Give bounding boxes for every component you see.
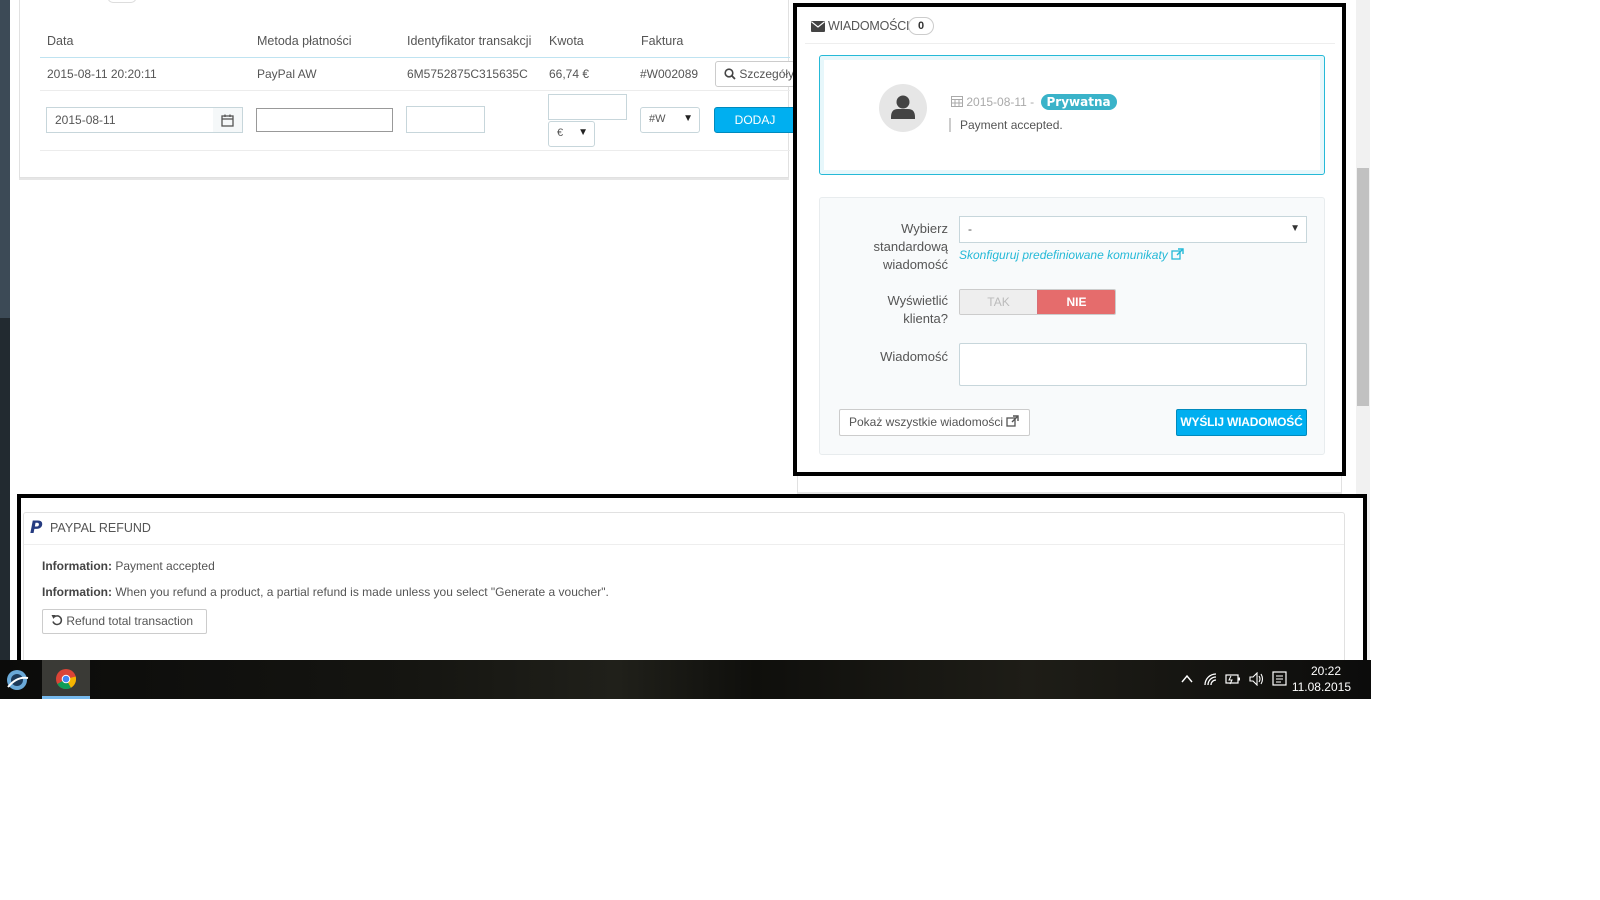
external-link-icon: [1171, 248, 1184, 260]
transaction-id-input[interactable]: [406, 106, 485, 133]
message-date: 2015-08-11 -: [966, 95, 1035, 109]
caret-down-icon: ▼: [1290, 223, 1300, 234]
scrollbar-thumb[interactable]: [1357, 168, 1369, 406]
row-divider: [40, 90, 790, 91]
system-tray: 20:22 11.08.2015: [1175, 660, 1365, 699]
undo-icon: [51, 615, 63, 626]
message-label: Wiadomość: [880, 349, 948, 364]
header-divider: [40, 57, 790, 58]
envelope-icon: [811, 21, 825, 32]
currency-value: €: [557, 127, 564, 139]
battery-icon[interactable]: [1225, 672, 1243, 686]
currency-select[interactable]: € ▼: [548, 121, 595, 147]
payment-date: 2015-08-11 20:20:11: [47, 67, 157, 81]
show-customer-label: Wyświetlić klienta?: [887, 293, 948, 326]
panel-badge-edge: [107, 0, 137, 3]
std-message-label: Wybierz standardową wiadomość: [873, 221, 948, 272]
chevron-up-icon[interactable]: [1181, 674, 1193, 684]
amount-input[interactable]: [548, 94, 627, 120]
user-icon: [891, 95, 915, 119]
payment-invoice: #W002089: [640, 67, 699, 81]
toggle-yes[interactable]: TAK: [960, 290, 1037, 314]
col-header-method: Metoda płatności: [257, 34, 352, 48]
private-badge: Prywatna: [1040, 94, 1117, 110]
taskbar-wallpaper: [0, 660, 1371, 699]
message-form: Wybierz standardową wiadomość - ▼ Skonfi…: [819, 197, 1325, 455]
messages-title: WIADOMOŚCI: [828, 19, 910, 33]
caret-down-icon: ▼: [683, 113, 693, 124]
notifications-icon[interactable]: [1272, 671, 1288, 687]
info-refund-note: Information: When you refund a product, …: [42, 585, 609, 599]
calendar-icon: [221, 114, 234, 127]
payments-panel: Data Metoda płatności Identyfikator tran…: [19, 0, 796, 178]
message-meta: 2015-08-11 - Prywatna: [951, 94, 1117, 110]
col-header-amount: Kwota: [549, 34, 584, 48]
calendar-button[interactable]: [213, 107, 243, 133]
clock-time[interactable]: 20:22: [1311, 664, 1341, 678]
std-message-value: -: [968, 222, 972, 236]
calendar-icon: [951, 96, 963, 107]
messages-count-badge: 0: [908, 17, 934, 35]
col-header-transaction-id: Identyfikator transakcji: [407, 34, 532, 48]
payment-method: PayPal AW: [257, 67, 317, 81]
panel-footer-edge: [797, 476, 1342, 494]
send-message-button[interactable]: WYŚLIJ WIADOMOŚĆ: [1176, 409, 1307, 436]
details-button[interactable]: Szczegóły: [715, 61, 795, 87]
left-sidebar-strip: [0, 0, 10, 660]
clock-date[interactable]: 11.08.2015: [1292, 680, 1351, 694]
show-all-messages-button[interactable]: Pokaż wszystkie wiadomości: [839, 409, 1030, 436]
configure-messages-link[interactable]: Skonfiguruj predefiniowane komunikaty: [959, 248, 1184, 262]
payment-amount: 66,74 €: [549, 67, 590, 81]
search-icon: [724, 68, 736, 80]
add-payment-button[interactable]: DODAJ: [714, 107, 796, 133]
row-divider: [40, 150, 790, 151]
payment-date-input[interactable]: 2015-08-11: [46, 107, 214, 133]
external-link-icon: [1006, 415, 1020, 427]
chrome-taskbar-button[interactable]: [42, 660, 90, 699]
avatar: [879, 84, 927, 132]
caret-down-icon: ▼: [578, 127, 588, 138]
messages-panel: WIADOMOŚCI 0 2015-08-11 - Prywatna Payme…: [793, 3, 1346, 476]
message-text: Payment accepted.: [949, 118, 1063, 132]
paypal-icon: P: [30, 518, 43, 538]
message-card: 2015-08-11 - Prywatna Payment accepted.: [819, 55, 1325, 175]
payment-transaction-id: 6M5752875C315635C: [407, 67, 528, 81]
start-button-icon[interactable]: [4, 667, 30, 693]
col-header-date: Data: [47, 34, 74, 48]
details-label: Szczegóły: [739, 67, 795, 81]
paypal-refund-title: PAYPAL REFUND: [50, 521, 151, 535]
volume-icon[interactable]: [1249, 672, 1265, 686]
show-customer-toggle[interactable]: TAK NIE: [959, 289, 1116, 315]
message-textarea[interactable]: [959, 343, 1307, 386]
header-divider: [24, 544, 1344, 545]
windows-taskbar: 20:22 11.08.2015: [0, 660, 1371, 699]
network-icon[interactable]: [1203, 672, 1219, 686]
header-divider: [805, 43, 1335, 44]
paypal-refund-frame: P PAYPAL REFUND Information: Payment acc…: [17, 494, 1367, 672]
refund-total-button[interactable]: Refund total transaction: [42, 609, 207, 634]
std-message-select[interactable]: - ▼: [959, 216, 1307, 243]
toggle-no[interactable]: NIE: [1037, 290, 1115, 314]
invoice-select[interactable]: #W ▼: [640, 107, 700, 133]
paypal-refund-panel: P PAYPAL REFUND Information: Payment acc…: [23, 512, 1345, 672]
payment-method-input[interactable]: [256, 108, 393, 132]
col-header-invoice: Faktura: [641, 34, 684, 48]
chrome-icon: [56, 669, 77, 690]
invoice-value: #W: [649, 113, 666, 125]
info-payment-status: Information: Payment accepted: [42, 559, 215, 573]
